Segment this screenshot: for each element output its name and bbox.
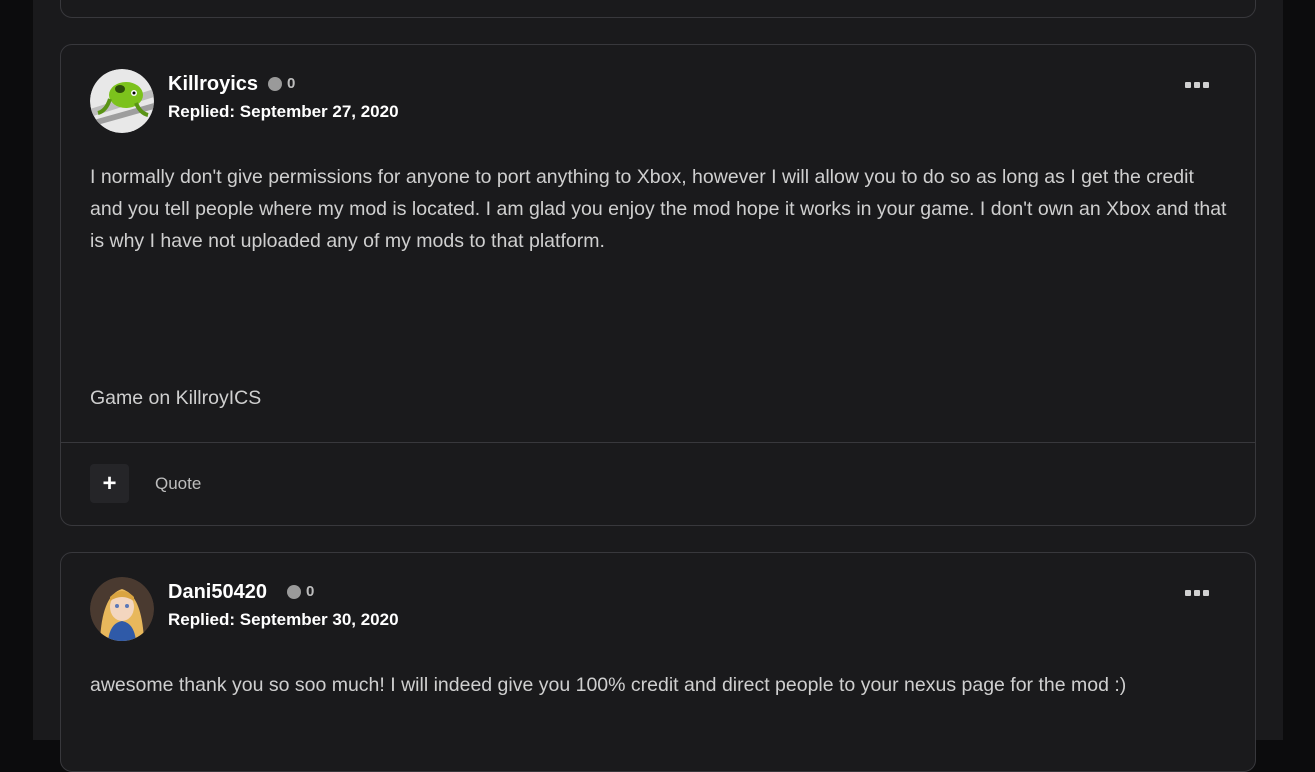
user-avatar[interactable] bbox=[90, 69, 154, 133]
post-body-paragraph: I normally don't give permissions for an… bbox=[90, 166, 1227, 252]
react-plus-button[interactable]: + bbox=[90, 464, 129, 503]
reputation-badge: 0 bbox=[268, 75, 295, 92]
previous-post-card bbox=[60, 0, 1256, 18]
post-card: Killroyics 0 Replied: September 27, 2020… bbox=[60, 44, 1256, 526]
divider bbox=[61, 442, 1255, 443]
reputation-count: 0 bbox=[287, 75, 296, 92]
reputation-dot-icon bbox=[287, 584, 301, 599]
post-options-menu-icon[interactable] bbox=[1185, 587, 1211, 599]
reputation-badge: 0 bbox=[287, 583, 314, 600]
post-signature: Game on KillroyICS bbox=[90, 387, 262, 409]
username[interactable]: Killroyics bbox=[168, 73, 258, 96]
reputation-dot-icon bbox=[268, 76, 282, 91]
quote-button[interactable]: Quote bbox=[155, 474, 201, 494]
user-avatar[interactable] bbox=[90, 577, 154, 641]
reply-date: Replied: September 27, 2020 bbox=[168, 102, 399, 121]
post-body-paragraph: awesome thank you so soo much! I will in… bbox=[90, 674, 1127, 696]
avatar-image bbox=[90, 69, 154, 133]
reply-date: Replied: September 30, 2020 bbox=[168, 610, 399, 629]
post-options-menu-icon[interactable] bbox=[1185, 79, 1211, 91]
reputation-count: 0 bbox=[306, 583, 315, 600]
avatar-image bbox=[90, 577, 154, 641]
post-card: Dani50420 0 Replied: September 30, 2020 … bbox=[60, 552, 1256, 772]
username[interactable]: Dani50420 bbox=[168, 581, 267, 604]
